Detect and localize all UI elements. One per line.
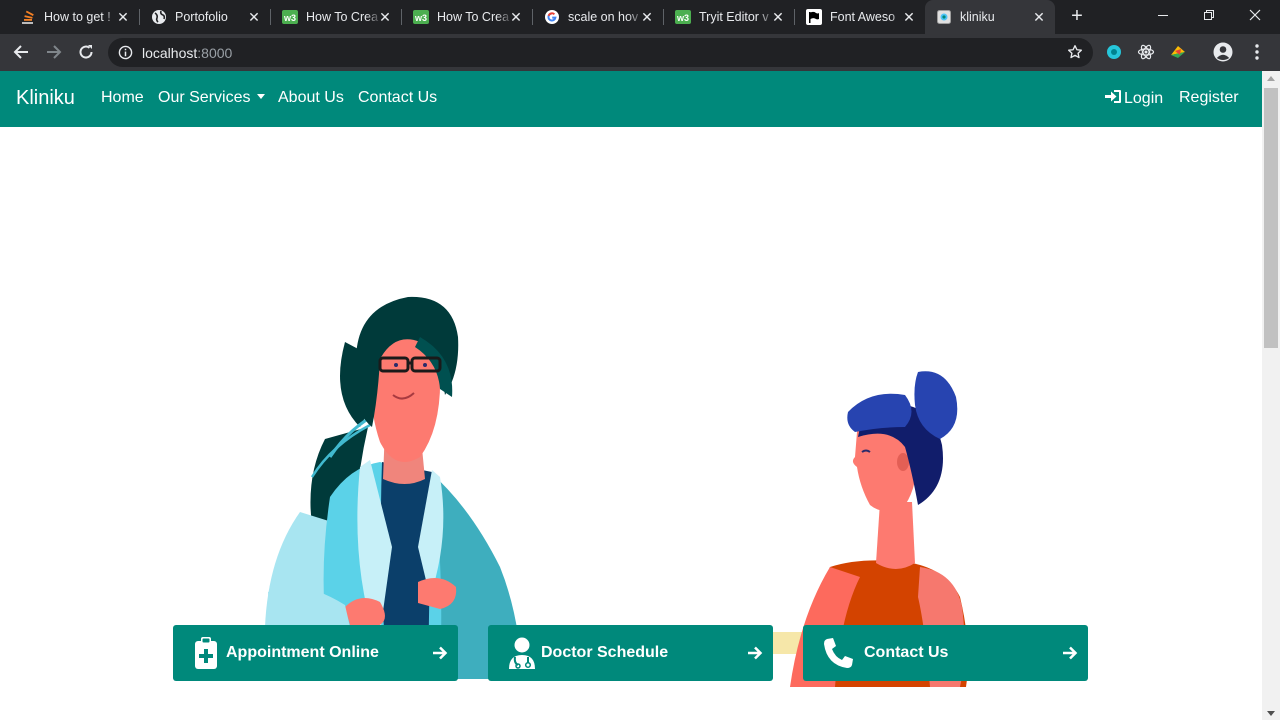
close-window-button[interactable] <box>1232 0 1278 30</box>
nav-login[interactable]: Login <box>1105 89 1163 108</box>
svg-text:w3: w3 <box>676 13 689 23</box>
nav-our-services-label: Our Services <box>158 89 251 106</box>
address-bar[interactable]: localhost:8000 <box>108 38 1093 67</box>
close-icon[interactable]: ✕ <box>115 9 131 25</box>
nav-our-services[interactable]: Our Services <box>158 89 266 107</box>
clipboard-plus-icon <box>195 637 217 669</box>
close-icon[interactable]: ✕ <box>246 9 262 25</box>
menu-kebab-icon[interactable] <box>1247 42 1267 62</box>
close-icon[interactable]: ✕ <box>770 9 786 25</box>
close-icon[interactable]: ✕ <box>639 9 655 25</box>
close-icon <box>1249 9 1261 21</box>
site-navbar: Kliniku Home Our Services About Us Conta… <box>0 71 1262 127</box>
browser-toolbar: localhost:8000 <box>0 34 1280 71</box>
close-icon[interactable]: ✕ <box>1031 9 1047 25</box>
restore-button[interactable] <box>1186 0 1232 30</box>
card-appointment-online[interactable]: Appointment Online <box>173 625 458 681</box>
arrow-right-icon <box>1063 646 1078 660</box>
card-label: Appointment Online <box>226 644 379 661</box>
tab-title: How To Crea <box>306 10 379 24</box>
browser-tab-active[interactable]: kliniku ✕ <box>925 0 1055 34</box>
globe-icon <box>151 9 167 25</box>
browser-tab-7[interactable]: Font Aweso ✕ <box>786 0 925 34</box>
arrow-right-icon <box>433 646 448 660</box>
user-doctor-icon <box>509 637 535 669</box>
google-icon <box>544 9 560 25</box>
url-text: localhost:8000 <box>142 45 232 61</box>
page-scrollbar[interactable] <box>1262 71 1280 720</box>
tab-title: How To Crea <box>437 10 510 24</box>
w3schools-icon: w3 <box>413 9 429 25</box>
info-icon[interactable] <box>118 45 133 65</box>
nav-login-label: Login <box>1124 90 1164 107</box>
scrollbar-thumb[interactable] <box>1264 88 1278 348</box>
scroll-down-icon[interactable] <box>1267 711 1275 716</box>
browser-tab-6[interactable]: w3 Tryit Editor v ✕ <box>655 0 795 34</box>
card-contact-us[interactable]: Contact Us <box>803 625 1088 681</box>
browser-tab-2[interactable]: Portofolio ✕ <box>131 0 271 34</box>
sign-in-icon <box>1105 90 1121 103</box>
close-icon[interactable]: ✕ <box>901 9 917 25</box>
phone-icon <box>824 638 853 668</box>
site-brand[interactable]: Kliniku <box>16 87 75 110</box>
w3schools-icon: w3 <box>675 9 691 25</box>
close-icon[interactable]: ✕ <box>508 9 524 25</box>
browser-tab-5[interactable]: scale on hov ✕ <box>524 0 664 34</box>
reload-icon <box>79 45 93 59</box>
doctor-figure <box>265 296 522 679</box>
url-host: localhost <box>142 45 198 61</box>
svg-text:w3: w3 <box>414 13 427 23</box>
arrow-right-icon <box>748 646 763 660</box>
browser-tab-strip: How to get ! ✕ Portofolio ✕ w3 How To Cr… <box>0 0 1280 34</box>
restore-icon <box>1204 10 1214 20</box>
nav-about-us[interactable]: About Us <box>278 89 344 107</box>
tab-title: Portofolio <box>175 10 228 24</box>
reload-button[interactable] <box>73 39 99 65</box>
tab-title: Font Aweso <box>830 10 896 24</box>
react-devtools-icon[interactable] <box>1136 42 1156 62</box>
url-port: :8000 <box>197 45 233 61</box>
tab-title: scale on hov <box>568 10 639 24</box>
close-icon[interactable]: ✕ <box>377 9 393 25</box>
forward-button[interactable] <box>41 39 67 65</box>
tab-title: Tryit Editor v <box>699 10 769 24</box>
scroll-up-icon[interactable] <box>1267 76 1275 81</box>
card-doctor-schedule[interactable]: Doctor Schedule <box>488 625 773 681</box>
page-viewport: Kliniku Home Our Services About Us Conta… <box>0 71 1262 720</box>
page-icon <box>936 9 952 25</box>
nav-home[interactable]: Home <box>101 89 144 107</box>
profile-avatar-icon[interactable] <box>1213 42 1233 62</box>
minimize-icon <box>1158 15 1168 16</box>
tab-title: How to get ! <box>44 10 111 24</box>
card-label: Doctor Schedule <box>541 644 669 661</box>
w3schools-icon: w3 <box>282 9 298 25</box>
tab-title: kliniku <box>960 10 995 24</box>
extension-teal-icon[interactable] <box>1104 42 1124 62</box>
browser-tab-4[interactable]: w3 How To Crea ✕ <box>393 0 533 34</box>
back-button[interactable] <box>8 39 34 65</box>
svg-text:w3: w3 <box>283 13 296 23</box>
card-label: Contact Us <box>864 644 949 661</box>
new-tab-button[interactable]: + <box>1066 6 1088 28</box>
caret-down-icon <box>257 94 266 99</box>
browser-tab-3[interactable]: w3 How To Crea ✕ <box>262 0 402 34</box>
minimize-button[interactable] <box>1140 0 1186 30</box>
nav-register[interactable]: Register <box>1179 89 1239 107</box>
arrow-right-icon <box>47 45 62 59</box>
fontawesome-flag-icon <box>806 9 822 25</box>
browser-tab-1[interactable]: How to get ! ✕ <box>0 0 140 34</box>
extension-colorful-icon[interactable] <box>1168 42 1188 62</box>
bookmark-star-icon[interactable] <box>1067 44 1083 65</box>
stackoverflow-icon <box>20 9 36 25</box>
arrow-left-icon <box>13 45 28 59</box>
nav-contact-us[interactable]: Contact Us <box>358 89 437 107</box>
